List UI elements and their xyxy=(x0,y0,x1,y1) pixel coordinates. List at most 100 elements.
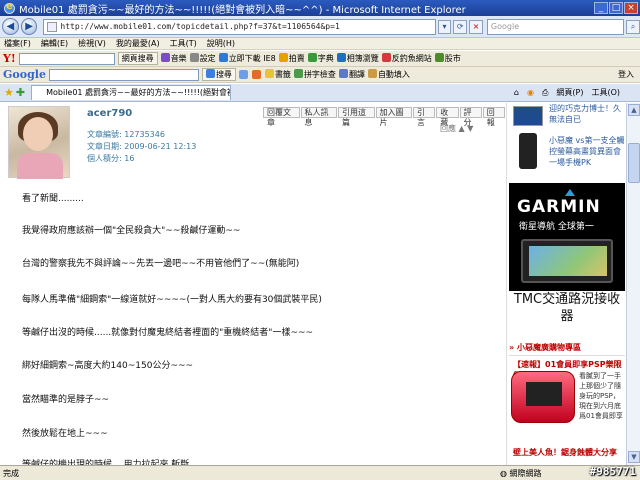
google-autofill[interactable]: 自動填入 xyxy=(367,69,410,80)
reply-nav[interactable]: 回應 ▲ ▼ xyxy=(440,123,473,134)
post-line: 當然瞄準的是脖子~~ xyxy=(22,395,110,405)
post-line: 然後放鬆在地上~~~ xyxy=(22,429,108,439)
menu-favorites[interactable]: 我的最愛(A) xyxy=(116,38,160,49)
user-avatar[interactable] xyxy=(8,106,70,179)
section-title: » 小惡魔廣購物專區 xyxy=(509,342,625,356)
garmin-tmc: TMC交通路況接收器 xyxy=(509,291,625,331)
go-icon xyxy=(205,69,215,78)
tab-current[interactable]: Mobile01 處罰貪污~~最好的方法~~!!!!!(絕對會被 xyxy=(31,85,232,100)
garmin-brand: GARMIN xyxy=(517,197,601,217)
security-zone: ◍ 網際網路 xyxy=(500,469,542,478)
post-line: 等鹹仔的機出現的時候....用力拉起來 斬斷... xyxy=(22,460,198,465)
feeds-icon[interactable]: ◉ xyxy=(527,88,534,97)
garmin-ad[interactable]: GARMIN 衛星導航 全球第一 TMC交通路況接收器 xyxy=(509,183,625,331)
yahoo-ie8[interactable]: 立即下載 IE8 xyxy=(218,53,276,64)
promo-link[interactable]: 壁上美人魚！鋸身蝕體大分享 xyxy=(513,447,617,458)
yahoo-toolbar: Y! 網頁搜尋 音樂 設定 立即下載 IE8 拍賣 字典 相簿瀏覽 反釣魚網站 … xyxy=(0,51,640,67)
globe-icon: ◍ xyxy=(500,469,510,478)
scroll-thumb[interactable] xyxy=(628,143,640,183)
menu-file[interactable]: 檔案(F) xyxy=(4,38,31,49)
google-spellcheck[interactable]: 拼字檢查 xyxy=(293,69,336,80)
page-menu[interactable]: 網頁(P) xyxy=(556,87,583,98)
sidebar-link[interactable]: 迎的巧克力博士！久無法自已 xyxy=(549,103,625,125)
phone-thumb[interactable] xyxy=(519,133,537,169)
scroll-up-icon[interactable]: ▲ xyxy=(628,104,640,116)
refresh-icon[interactable]: ⟳ xyxy=(453,19,468,34)
psp-image[interactable] xyxy=(511,371,575,423)
post-line: 每隊人馬準備"細鋼索"一線道就好~~~~(一對人馬大約要有30個武裝平民) xyxy=(22,295,322,305)
yahoo-antiphishing[interactable]: 反釣魚網站 xyxy=(381,53,432,64)
watermark: #985771 xyxy=(589,465,636,478)
popup-icon[interactable] xyxy=(251,70,261,79)
maximize-button[interactable]: □ xyxy=(609,2,623,14)
yahoo-search-input[interactable] xyxy=(18,52,115,65)
post-line: 台灣的警察我先不與評論~~先丟一邊吧~~不用管他們了~~(無能阿) xyxy=(22,259,300,269)
dropdown-icon[interactable]: ▾ xyxy=(437,19,452,34)
stop-icon[interactable]: × xyxy=(469,19,483,34)
quote-button[interactable]: 引用這篇 xyxy=(338,107,375,127)
private-message-button[interactable]: 私人訊息 xyxy=(300,107,337,127)
google-bookmarks[interactable]: 書籤 xyxy=(264,69,291,80)
reply-button[interactable]: 回覆文章 xyxy=(263,107,300,127)
search-icon[interactable]: ⌕ xyxy=(626,19,640,34)
google-translate[interactable]: 翻譯 xyxy=(338,69,365,80)
post-action-bar: 回覆文章 私人訊息 引用這篇 加入圖片 引言 收藏 評分 回報 xyxy=(262,107,505,127)
auction-icon xyxy=(278,53,288,62)
address-bar[interactable]: http://www.mobile01.com/topicdetail.php?… xyxy=(43,18,436,35)
settings-icon xyxy=(189,53,199,62)
google-search-button[interactable]: 搜尋 xyxy=(201,68,236,81)
garmin-triangle-icon xyxy=(565,189,575,196)
cite-button[interactable]: 引言 xyxy=(413,107,436,127)
post-id: 文章編號: 12735346 xyxy=(87,130,165,139)
favorites-star-icon[interactable]: ★ xyxy=(4,86,14,99)
yahoo-stocks[interactable]: 股市 xyxy=(434,53,461,64)
ie-icon xyxy=(218,53,228,62)
yahoo-search-button[interactable]: 網頁搜尋 xyxy=(117,52,158,65)
address-url: http://www.mobile01.com/topicdetail.php?… xyxy=(60,22,340,31)
page-icon xyxy=(47,21,58,32)
tab-bar: ★ ✚ Mobile01 處罰貪污~~最好的方法~~!!!!!(絕對會被 ⌂ ◉… xyxy=(0,84,640,102)
add-favorites-icon[interactable]: ✚ xyxy=(16,86,25,99)
close-button[interactable]: × xyxy=(624,2,638,14)
bookmark-button[interactable]: 收藏 xyxy=(436,107,459,127)
spellcheck-icon xyxy=(293,69,303,78)
scroll-down-icon[interactable]: ▼ xyxy=(628,451,640,463)
google-toolbar: Google 搜尋 書籤 拼字檢查 翻譯 自動填入 登入 xyxy=(0,67,640,83)
add-image-button[interactable]: 加入圖片 xyxy=(375,107,412,127)
yahoo-dictionary[interactable]: 字典 xyxy=(307,53,334,64)
menu-bar: 檔案(F) 編輯(E) 檢視(V) 我的最愛(A) 工具(T) 說明(H) xyxy=(0,38,640,50)
title-bar: Mobile01 處罰貪污~~最好的方法~~!!!!!(絕對會被列入暗~~^^)… xyxy=(0,0,640,16)
google-login[interactable]: 登入 xyxy=(618,69,634,80)
ad-thumb[interactable] xyxy=(513,106,543,126)
report-button[interactable]: 回報 xyxy=(482,107,505,127)
back-icon[interactable]: ◀ xyxy=(2,18,19,35)
print-icon[interactable]: ⎙ xyxy=(542,88,548,98)
google-logo: Google xyxy=(3,68,46,81)
status-bar: 完成 ◍ 網際網路 xyxy=(0,465,640,480)
post-area: acer790 文章編號: 12735346 文章日期: 2009-06-21 … xyxy=(0,103,505,465)
home-icon[interactable]: ⌂ xyxy=(514,88,519,97)
promo-text: 看膩到了一手上那個少了隨身玩的PSP，現在到六月底爲01會員即享 xyxy=(579,372,623,420)
minimize-button[interactable]: _ xyxy=(594,2,608,14)
yahoo-auction[interactable]: 拍賣 xyxy=(278,53,305,64)
rate-button[interactable]: 評分 xyxy=(459,107,482,127)
menu-tools[interactable]: 工具(T) xyxy=(170,38,197,49)
forward-icon[interactable]: ▶ xyxy=(20,18,38,35)
post-username[interactable]: acer790 xyxy=(87,108,132,119)
google-search-input[interactable] xyxy=(48,68,199,81)
vertical-scrollbar[interactable]: ▲ ▼ xyxy=(626,103,640,465)
menu-view[interactable]: 檢視(V) xyxy=(78,38,106,49)
search-input[interactable]: Google xyxy=(486,18,625,35)
menu-edit[interactable]: 編輯(E) xyxy=(41,38,68,49)
user-score: 個人積分: 16 xyxy=(87,154,135,163)
yahoo-music[interactable]: 音樂 xyxy=(160,53,187,64)
news-icon[interactable] xyxy=(238,70,248,79)
music-icon xyxy=(160,53,170,62)
tools-menu[interactable]: 工具(O) xyxy=(591,87,620,98)
status-text: 完成 xyxy=(3,468,19,478)
menu-help[interactable]: 說明(H) xyxy=(207,38,235,49)
yahoo-photos[interactable]: 相簿瀏覽 xyxy=(336,53,379,64)
sidebar-link[interactable]: 小惡魔 vs第一支全觸控螢幕高畫質異面會一場手機PK xyxy=(549,135,625,168)
yahoo-settings[interactable]: 設定 xyxy=(189,53,216,64)
translate-icon xyxy=(338,69,348,78)
